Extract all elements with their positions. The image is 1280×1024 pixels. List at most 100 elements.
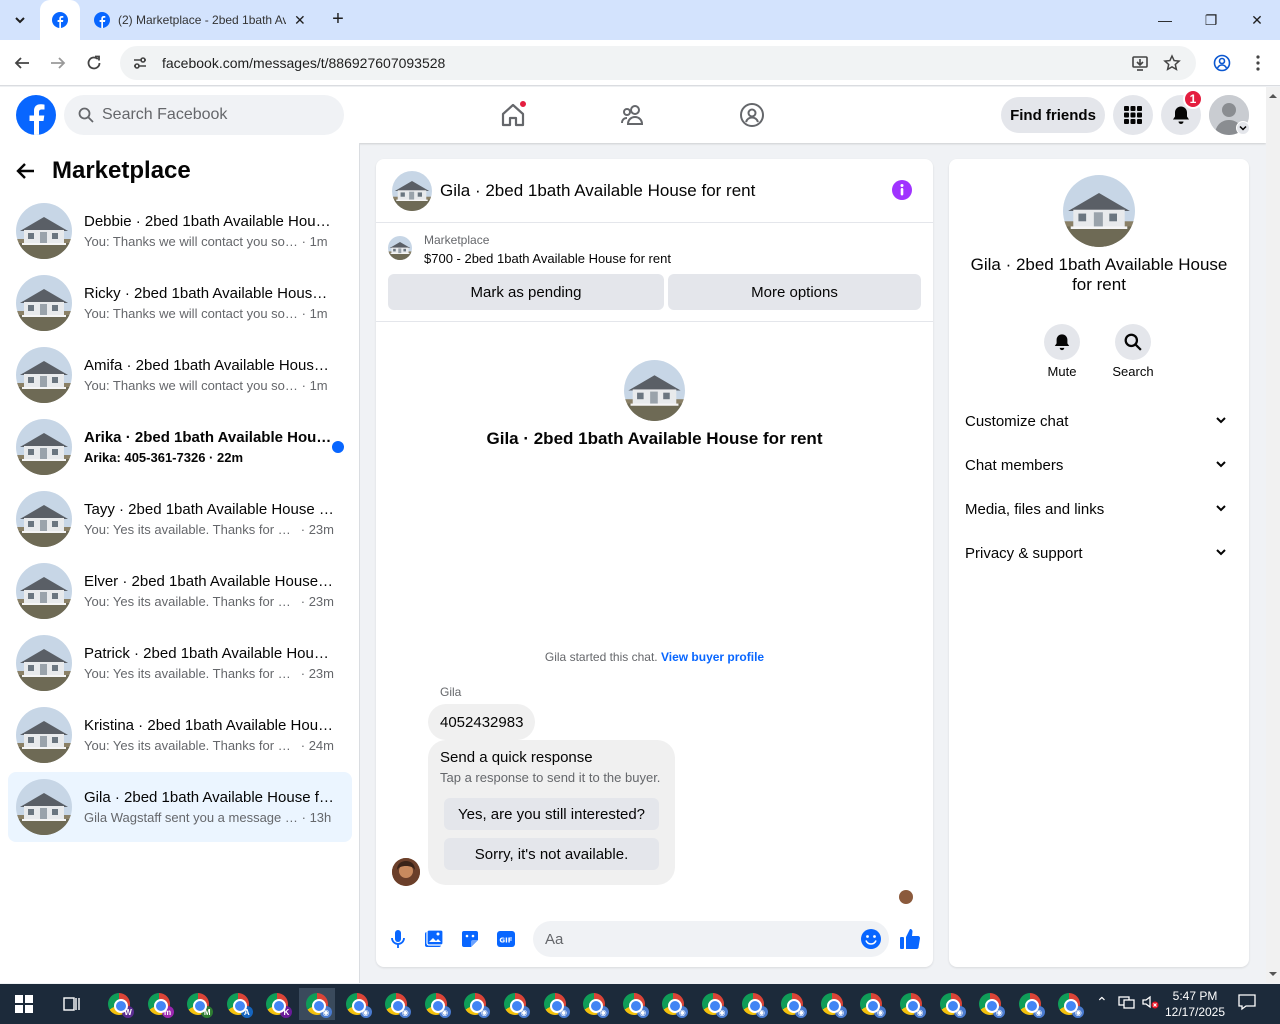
taskbar-chrome-window[interactable]: m — [141, 988, 177, 1020]
facebook-search[interactable] — [64, 95, 344, 135]
taskbar-chrome-window[interactable]: ◉ — [457, 988, 493, 1020]
tab-facebook-pinned[interactable] — [40, 0, 80, 40]
taskbar-chrome-window[interactable]: ◉ — [418, 988, 454, 1020]
taskbar-chrome-window[interactable]: W — [101, 988, 137, 1020]
like-button[interactable] — [898, 927, 922, 951]
arrow-left-icon[interactable] — [16, 161, 36, 181]
taskbar-chrome-window[interactable]: ◉ — [893, 988, 929, 1020]
nav-groups[interactable] — [732, 95, 772, 135]
mute-button[interactable] — [1044, 324, 1080, 360]
search-in-chat-button[interactable] — [1115, 324, 1151, 360]
info-icon[interactable] — [891, 179, 913, 201]
conversation-item[interactable]: Arika · 2bed 1bath Available House for r… — [8, 412, 352, 482]
tab-search-button[interactable] — [6, 6, 34, 34]
conversation-item[interactable]: Amifa · 2bed 1bath Available House for r… — [8, 340, 352, 410]
system-clock[interactable]: 5:47 PM 12/17/2025 — [1160, 988, 1230, 1020]
scroll-down-arrow-icon[interactable] — [1266, 967, 1280, 981]
info-thumbnail[interactable] — [1063, 175, 1135, 247]
mark-as-pending-button[interactable]: Mark as pending — [388, 274, 664, 310]
conversation-item[interactable]: Debbie · 2bed 1bath Available House for … — [8, 196, 352, 266]
page-scrollbar[interactable] — [1266, 87, 1280, 983]
taskbar-chrome-window[interactable]: M — [180, 988, 216, 1020]
nav-home[interactable] — [493, 95, 533, 135]
network-icon[interactable] — [1118, 994, 1136, 1010]
minimize-button[interactable]: — — [1142, 0, 1188, 40]
attach-photo-button[interactable] — [422, 927, 446, 951]
account-menu-chevron[interactable] — [1236, 121, 1250, 135]
taskbar-chrome-window[interactable]: ◉ — [537, 988, 573, 1020]
quick-reply-interested[interactable]: Yes, are you still interested? — [444, 798, 659, 830]
section-media-files-links[interactable]: Media, files and links — [957, 487, 1241, 531]
sticker-button[interactable] — [458, 927, 482, 951]
section-chat-members[interactable]: Chat members — [957, 443, 1241, 487]
message-bubble[interactable]: 4052432983 — [428, 704, 536, 740]
facebook-logo[interactable] — [16, 95, 56, 135]
volume-muted-icon[interactable] — [1141, 994, 1159, 1010]
restore-button[interactable]: ❐ — [1188, 0, 1234, 40]
browser-menu-button[interactable] — [1244, 49, 1272, 77]
taskbar-chrome-window[interactable]: ◉ — [299, 988, 335, 1020]
voice-clip-button[interactable] — [386, 927, 410, 951]
reload-button[interactable] — [80, 49, 108, 77]
quick-reply-not-available[interactable]: Sorry, it's not available. — [444, 838, 659, 870]
forward-button[interactable] — [44, 49, 72, 77]
taskbar-chrome-window[interactable]: A — [220, 988, 256, 1020]
taskbar-chrome-window[interactable]: ◉ — [1051, 988, 1087, 1020]
taskbar-chrome-window[interactable]: ◉ — [774, 988, 810, 1020]
chat-header[interactable]: Gila · 2bed 1bath Available House for re… — [376, 159, 933, 223]
conversation-item[interactable]: Tayy · 2bed 1bath Available House for re… — [8, 484, 352, 554]
buyer-avatar[interactable] — [392, 858, 420, 886]
message-input[interactable] — [545, 930, 845, 948]
back-button[interactable] — [8, 49, 36, 77]
conversation-item[interactable]: Gila · 2bed 1bath Available House for re… — [8, 772, 352, 842]
start-button[interactable] — [6, 988, 42, 1020]
omnibox[interactable]: facebook.com/messages/t/886927607093528 — [120, 46, 1196, 80]
taskbar-chrome-window[interactable]: K — [259, 988, 295, 1020]
section-privacy-support[interactable]: Privacy & support — [957, 531, 1241, 575]
conversation-item[interactable]: Ricky · 2bed 1bath Available House for r… — [8, 268, 352, 338]
tray-overflow-icon[interactable]: ⌃ — [1096, 994, 1108, 1011]
gif-button[interactable]: GIF — [494, 927, 518, 951]
search-input[interactable] — [102, 106, 322, 124]
notifications-button[interactable]: 1 — [1161, 89, 1203, 135]
profile-button[interactable] — [1208, 49, 1236, 77]
taskbar-chrome-window[interactable]: ◉ — [695, 988, 731, 1020]
view-buyer-profile-link[interactable]: View buyer profile — [661, 650, 764, 664]
search-action[interactable]: Search — [1103, 324, 1163, 379]
new-tab-button[interactable]: + — [326, 8, 350, 32]
emoji-button[interactable] — [859, 927, 883, 951]
install-app-button[interactable] — [1126, 49, 1154, 77]
taskbar-chrome-window[interactable]: ◉ — [735, 988, 771, 1020]
find-friends-button[interactable]: Find friends — [1001, 97, 1105, 133]
more-options-button[interactable]: More options — [668, 274, 921, 310]
url-text[interactable]: facebook.com/messages/t/886927607093528 — [162, 55, 445, 71]
taskbar-chrome-window[interactable]: ◉ — [853, 988, 889, 1020]
taskbar-chrome-window[interactable]: ◉ — [814, 988, 850, 1020]
taskbar-chrome-window[interactable]: ◉ — [1012, 988, 1048, 1020]
conversation-item[interactable]: Elver · 2bed 1bath Available House for r… — [8, 556, 352, 626]
taskbar-chrome-window[interactable]: ◉ — [933, 988, 969, 1020]
taskbar-chrome-window[interactable]: ◉ — [378, 988, 414, 1020]
scroll-up-arrow-icon[interactable] — [1266, 89, 1280, 103]
taskbar-chrome-window[interactable]: ◉ — [339, 988, 375, 1020]
listing-thumbnail[interactable] — [388, 236, 412, 260]
bookmark-button[interactable] — [1158, 49, 1186, 77]
conversation-item[interactable]: Patrick · 2bed 1bath Available House for… — [8, 628, 352, 698]
tab-close-icon[interactable]: ✕ — [294, 12, 306, 29]
close-window-button[interactable]: ✕ — [1234, 0, 1280, 40]
nav-friends[interactable] — [613, 95, 653, 135]
site-settings-icon[interactable] — [132, 55, 148, 71]
taskbar-chrome-window[interactable]: ◉ — [497, 988, 533, 1020]
conversation-item[interactable]: Kristina · 2bed 1bath Available House fo… — [8, 700, 352, 770]
section-customize-chat[interactable]: Customize chat — [957, 399, 1241, 443]
taskbar-chrome-window[interactable]: ◉ — [972, 988, 1008, 1020]
listing-price[interactable]: $700 - 2bed 1bath Available House for re… — [424, 251, 671, 266]
message-input-wrapper[interactable] — [533, 921, 889, 957]
tab-marketplace[interactable]: (2) Marketplace - 2bed 1bath Available H… — [84, 0, 320, 40]
taskbar-chrome-window[interactable]: ◉ — [576, 988, 612, 1020]
task-view-button[interactable] — [54, 988, 90, 1020]
taskbar-chrome-window[interactable]: ◉ — [655, 988, 691, 1020]
action-center-button[interactable] — [1238, 993, 1256, 1011]
mute-action[interactable]: Mute — [1032, 324, 1092, 379]
taskbar-chrome-window[interactable]: ◉ — [616, 988, 652, 1020]
